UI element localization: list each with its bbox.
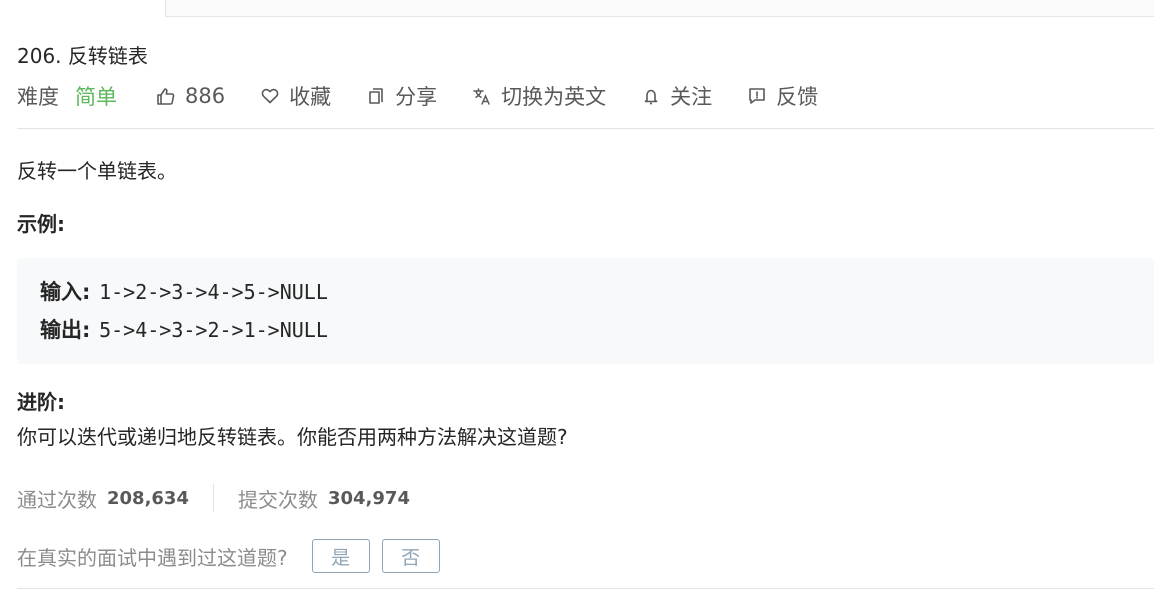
translate-label: 切换为英文 [501, 85, 607, 109]
submissions-value: 304,974 [327, 487, 410, 509]
like-count: 886 [185, 84, 226, 108]
interview-question-text: 在真实的面试中遇到过这道题? [17, 545, 288, 570]
accepted-value: 208,634 [107, 487, 189, 509]
share-label: 分享 [395, 85, 438, 109]
interview-question: 在真实的面试中遇到过这道题? 是 否 [17, 538, 452, 574]
top-panel-edge [165, 0, 1154, 17]
feedback-button[interactable]: 反馈 [746, 81, 818, 111]
stats-separator [212, 484, 214, 512]
problem-description: 反转一个单链表。 [17, 159, 177, 183]
accepted-label: 通过次数 [17, 487, 97, 512]
interview-no-button[interactable]: 否 [381, 539, 440, 573]
example-output-label: 输出: [40, 318, 91, 342]
heart-icon [259, 85, 281, 107]
thumbs-up-icon [155, 85, 177, 107]
submission-stats: 通过次数 208,634 提交次数 304,974 [17, 482, 410, 514]
problem-title: 206. 反转链表 [17, 44, 148, 68]
advance-heading: 进阶: [17, 390, 65, 414]
header-divider [17, 128, 1154, 129]
interview-yes-button[interactable]: 是 [311, 539, 370, 573]
share-icon [365, 85, 387, 107]
bell-icon [640, 85, 662, 107]
share-button[interactable]: 分享 [365, 81, 437, 111]
problem-meta-bar: 难度 简单 886 收藏 分享 切换为英文 关注 反馈 [17, 80, 852, 112]
example-input-line: 输入: 1->2->3->4->5->NULL [40, 276, 328, 306]
difficulty-value: 简单 [75, 85, 117, 109]
example-code-block: 输入: 1->2->3->4->5->NULL 输出: 5->4->3->2->… [17, 258, 1154, 364]
follow-label: 关注 [670, 85, 713, 109]
favorite-button[interactable]: 收藏 [259, 81, 331, 111]
feedback-icon [746, 85, 768, 107]
difficulty-label: 难度 [17, 85, 59, 109]
example-input-value: 1->2->3->4->5->NULL [99, 280, 328, 304]
feedback-label: 反馈 [776, 85, 819, 109]
example-output-value: 5->4->3->2->1->NULL [99, 318, 328, 342]
advance-text: 你可以迭代或递归地反转链表。你能否用两种方法解决这道题? [17, 425, 568, 449]
example-heading: 示例: [17, 212, 65, 236]
translate-button[interactable]: 切换为英文 [471, 81, 606, 111]
follow-button[interactable]: 关注 [640, 81, 712, 111]
translate-icon [471, 85, 493, 107]
like-button[interactable]: 886 [155, 84, 225, 108]
example-input-label: 输入: [40, 280, 91, 304]
footer-divider [17, 588, 1154, 589]
submissions-label: 提交次数 [237, 487, 318, 512]
favorite-label: 收藏 [289, 85, 332, 109]
example-output-line: 输出: 5->4->3->2->1->NULL [40, 314, 328, 344]
